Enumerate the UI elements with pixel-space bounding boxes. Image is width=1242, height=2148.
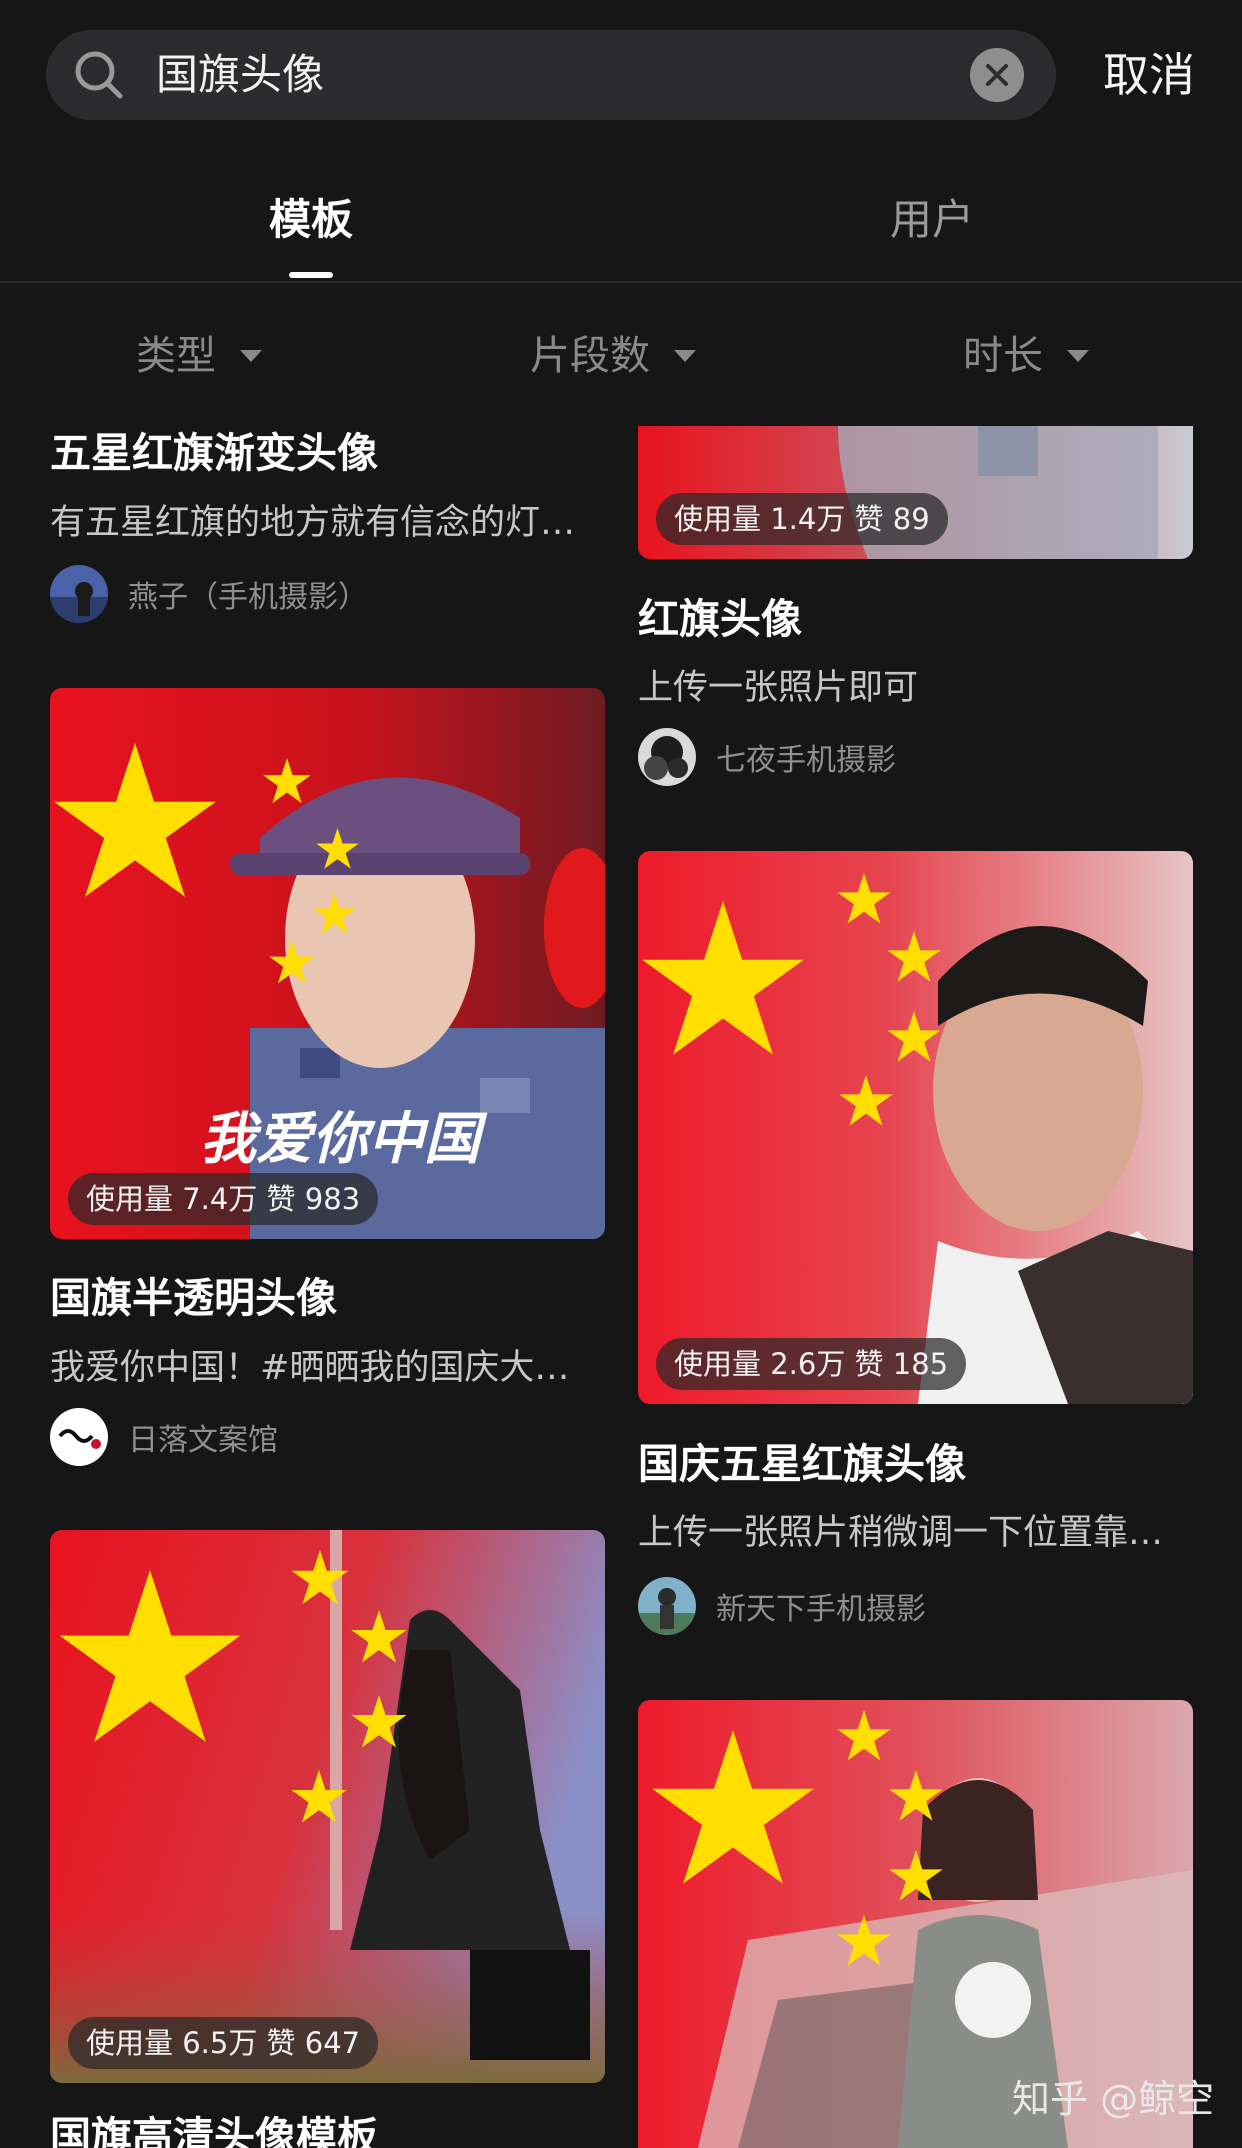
card-description: 有五星红旗的地方就有信念的灯… [50, 503, 576, 543]
card-title[interactable]: 国庆五星红旗头像 [638, 1435, 966, 1493]
tab-templates[interactable]: 模板 [269, 190, 353, 250]
tab-users[interactable]: 用户 [890, 190, 974, 250]
filter-label: 类型 [136, 333, 216, 379]
card-title[interactable]: 红旗头像 [638, 590, 802, 648]
avatar [638, 1577, 696, 1635]
caret-down-icon [674, 350, 696, 362]
search-icon [74, 50, 124, 100]
avatar [50, 1408, 108, 1466]
card-description: 我爱你中国！#晒晒我的国庆大… [50, 1348, 570, 1388]
card-author[interactable]: 日落文案馆 [50, 1408, 278, 1466]
author-name: 新天下手机摄影 [716, 1592, 926, 1627]
search-bar [46, 30, 1056, 120]
filter-type[interactable]: 类型 [136, 328, 262, 384]
card-author[interactable]: 新天下手机摄影 [638, 1577, 926, 1635]
card-thumbnail[interactable]: 使用量 2.6万 赞 185 [638, 851, 1193, 1404]
cancel-button[interactable]: 取消 [1103, 40, 1195, 110]
caret-down-icon [1067, 350, 1089, 362]
author-name: 燕子（手机摄影） [128, 580, 368, 615]
card-title[interactable]: 五星红旗渐变头像 [50, 424, 378, 482]
card-description: 上传一张照片即可 [638, 668, 919, 708]
filter-label: 片段数 [530, 333, 650, 379]
stats-badge: 使用量 2.6万 赞 185 [656, 1338, 967, 1390]
stats-badge: 使用量 6.5万 赞 647 [68, 2017, 379, 2069]
card-thumbnail[interactable]: 我爱你中国 使用量 7.4万 赞 983 [50, 688, 605, 1239]
author-name: 七夜手机摄影 [716, 743, 896, 778]
caret-down-icon [240, 350, 262, 362]
avatar [638, 728, 696, 786]
overlay-text: 我爱你中国 [200, 1106, 488, 1172]
watermark: 知乎 @鲸空 [1012, 2077, 1215, 2121]
tab-indicator [289, 272, 333, 278]
stats-badge: 使用量 7.4万 赞 983 [68, 1173, 379, 1225]
filter-segments[interactable]: 片段数 [530, 328, 696, 384]
card-title[interactable]: 国旗高清头像模板 [50, 2108, 378, 2148]
avatar [50, 565, 108, 623]
author-name: 日落文案馆 [128, 1423, 278, 1458]
filter-label: 时长 [963, 333, 1043, 379]
card-author[interactable]: 燕子（手机摄影） [50, 565, 368, 623]
divider [0, 281, 1242, 283]
stats-badge: 使用量 1.4万 赞 89 [656, 493, 948, 545]
filter-duration[interactable]: 时长 [963, 328, 1089, 384]
card-description: 上传一张照片稍微调一下位置靠… [638, 1513, 1164, 1553]
card-thumbnail[interactable]: 使用量 6.5万 赞 647 [50, 1530, 605, 2083]
card-thumbnail[interactable]: 使用量 1.4万 赞 89 [638, 426, 1193, 559]
clear-icon[interactable] [970, 48, 1024, 102]
card-title[interactable]: 国旗半透明头像 [50, 1269, 337, 1327]
search-input[interactable] [156, 30, 976, 120]
card-author[interactable]: 七夜手机摄影 [638, 728, 896, 786]
